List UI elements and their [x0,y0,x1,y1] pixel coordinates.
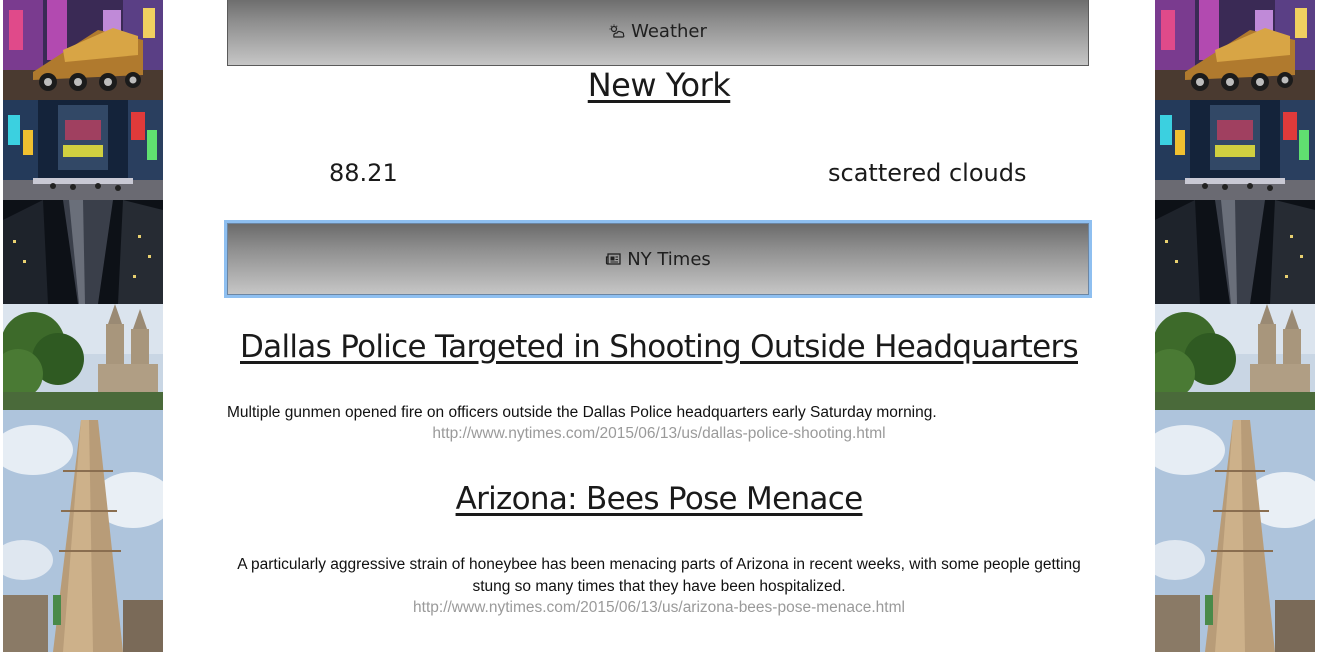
page: Weather New York 88.21 scattered clouds … [0,0,1318,652]
flatiron-building-photo [3,410,163,652]
article-url-link[interactable]: http://www.nytimes.com/2015/06/13/us/ari… [227,599,1091,617]
skyscraper-night-photo [1155,200,1315,304]
weather-button-label: Weather [631,21,707,42]
article-summary: Multiple gunmen opened fire on officers … [227,404,937,421]
left-photo-strip [3,0,163,652]
main-content: Weather New York 88.21 scattered clouds … [224,0,1092,652]
times-square-night-photo [1155,100,1315,200]
skyscraper-night-photo [3,200,163,304]
weather-description: scattered clouds [828,159,1027,187]
temperature-value: 88.21 [329,159,398,187]
article-title-link[interactable]: Dallas Police Targeted in Shooting Outsi… [227,329,1091,365]
city-name: New York [587,66,731,104]
truck-times-square-photo [1155,0,1315,100]
times-square-night-photo [3,100,163,200]
newspaper-icon [605,251,621,267]
truck-times-square-photo [3,0,163,100]
partly-cloudy-icon [609,24,625,40]
flatiron-building-photo [1155,410,1315,652]
right-photo-strip [1155,0,1315,652]
central-park-towers-photo [3,304,163,410]
weather-button[interactable]: Weather [227,0,1089,66]
central-park-towers-photo [1155,304,1315,410]
article-url-link[interactable]: http://www.nytimes.com/2015/06/13/us/dal… [227,425,1091,443]
article-title-link[interactable]: Arizona: Bees Pose Menace [227,481,1091,517]
nytimes-button-label: NY Times [627,248,711,270]
nytimes-button[interactable]: NY Times [224,220,1092,298]
article-summary: A particularly aggressive strain of hone… [237,556,1081,595]
